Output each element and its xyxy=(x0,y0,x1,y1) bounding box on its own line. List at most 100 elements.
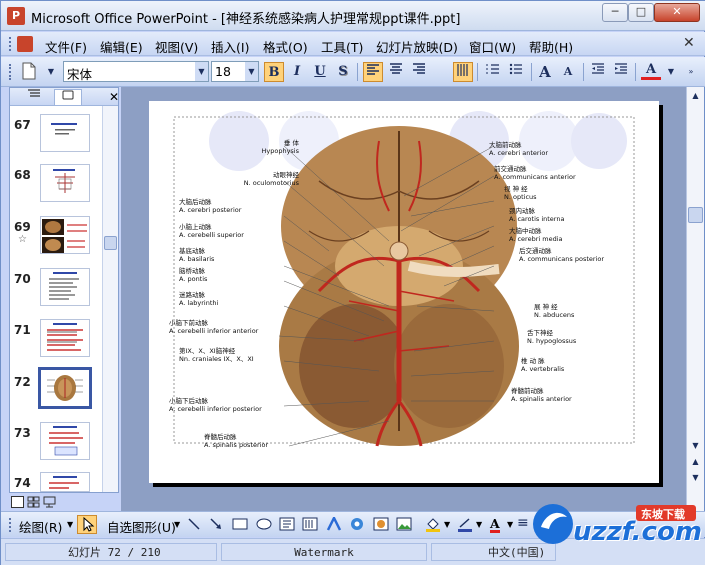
bullet-list-icon[interactable] xyxy=(506,62,526,82)
shadow-button[interactable]: S xyxy=(333,62,353,82)
slides-panel-scrollbar[interactable] xyxy=(102,106,118,492)
slideshow-view-icon[interactable] xyxy=(43,496,56,508)
line-color-icon[interactable] xyxy=(457,517,473,535)
autoshapes-button[interactable]: 自选图形(U) xyxy=(107,517,176,536)
arrow-tool-icon[interactable] xyxy=(209,517,223,534)
diagram-label: 脊髓前动脉 A. spinalis anterior xyxy=(511,387,631,403)
toolbar-grip[interactable] xyxy=(9,518,12,532)
toolbar-options-chevron-icon[interactable]: » xyxy=(681,62,701,82)
slide-thumbnail-69[interactable] xyxy=(40,216,90,254)
align-center-icon[interactable] xyxy=(386,62,406,82)
draw-menu-button[interactable]: 绘图(R) xyxy=(19,517,62,536)
slide-number: 68 xyxy=(14,168,31,182)
numbered-list-icon[interactable] xyxy=(483,62,503,82)
chevron-down-icon[interactable]: ▼ xyxy=(444,520,450,529)
underline-button[interactable]: U xyxy=(310,62,330,82)
wordart-icon[interactable] xyxy=(326,515,342,534)
menu-insert[interactable]: 插入(I) xyxy=(211,37,249,56)
scrollbar-thumb[interactable] xyxy=(104,236,117,250)
menu-window[interactable]: 窗口(W) xyxy=(469,37,516,56)
document-icon[interactable] xyxy=(17,36,33,52)
font-size-value: 18 xyxy=(215,64,231,79)
powerpoint-app-icon[interactable]: P xyxy=(7,7,25,25)
toolbar-options-chevron-icon[interactable]: ▼ xyxy=(41,62,61,82)
slide-thumbnail-74[interactable] xyxy=(40,472,90,492)
label-en: A. cerebri posterior xyxy=(179,206,242,214)
select-objects-icon[interactable] xyxy=(77,515,97,534)
minimize-button[interactable]: ─ xyxy=(602,3,628,22)
scroll-down-icon[interactable]: ▼ xyxy=(689,439,702,453)
distributed-align-icon[interactable] xyxy=(453,62,473,82)
slide-thumbnail-72[interactable] xyxy=(38,367,92,409)
chevron-down-icon[interactable]: ▼ xyxy=(245,62,258,81)
next-slide-icon[interactable]: ▼ xyxy=(689,471,702,485)
drawing-font-color-button[interactable]: A xyxy=(490,517,500,533)
close-document-button[interactable]: ✕ xyxy=(683,35,695,51)
menu-tools[interactable]: 工具(T) xyxy=(321,37,363,56)
align-left-icon[interactable] xyxy=(363,62,383,82)
slide-thumbnail-68[interactable] xyxy=(40,164,90,202)
menu-help[interactable]: 帮助(H) xyxy=(529,37,573,56)
slide-thumbnail-73[interactable] xyxy=(40,422,90,460)
design-template-status[interactable]: Watermark xyxy=(221,543,427,561)
label-cn: 脊髓后动脉 xyxy=(204,433,237,441)
toolbar-divider xyxy=(357,63,358,81)
shrink-font-button[interactable]: A xyxy=(558,62,578,82)
tab-slides[interactable] xyxy=(54,89,82,105)
font-size-select[interactable]: 18 ▼ xyxy=(211,61,259,82)
font-name-select[interactable]: 宋体 ▼ xyxy=(63,61,209,82)
menu-view[interactable]: 视图(V) xyxy=(155,37,198,56)
menu-edit[interactable]: 编辑(E) xyxy=(100,37,143,56)
chevron-down-icon[interactable]: ▼ xyxy=(174,520,180,529)
bold-button[interactable]: B xyxy=(264,62,284,82)
italic-button[interactable]: I xyxy=(287,62,307,82)
slide-thumbnail-70[interactable] xyxy=(40,268,90,306)
oval-tool-icon[interactable] xyxy=(256,518,272,533)
label-en: A. vertebralis xyxy=(521,365,565,373)
chevron-down-icon[interactable]: ▼ xyxy=(661,62,681,82)
chevron-down-icon[interactable]: ▼ xyxy=(507,520,513,529)
label-cn: 前交通动脉 xyxy=(494,165,527,173)
normal-view-icon[interactable] xyxy=(11,496,24,508)
align-right-icon[interactable] xyxy=(409,62,429,82)
maximize-button[interactable]: □ xyxy=(628,3,654,22)
textbox-tool-icon[interactable] xyxy=(279,517,295,534)
clipart-icon[interactable] xyxy=(373,517,389,534)
slide-vertical-scrollbar[interactable]: ▲ ▼ ▲ ▼ xyxy=(686,87,704,511)
slide-thumbnail-67[interactable] xyxy=(40,114,90,152)
line-tool-icon[interactable] xyxy=(187,517,201,534)
vertical-textbox-icon[interactable] xyxy=(302,517,318,534)
slide-thumbnail-71[interactable] xyxy=(40,319,90,357)
rectangle-tool-icon[interactable] xyxy=(232,518,248,533)
line-style-icon[interactable]: ≡ xyxy=(517,515,529,531)
menu-file[interactable]: 文件(F) xyxy=(45,37,87,56)
font-color-button[interactable]: A xyxy=(641,62,661,80)
close-window-button[interactable]: ✕ xyxy=(654,3,700,22)
diagram-tool-icon[interactable] xyxy=(349,517,365,534)
label-en: A. cerebri anterior xyxy=(489,149,549,157)
new-document-icon[interactable] xyxy=(19,62,39,82)
chevron-down-icon[interactable]: ▼ xyxy=(67,520,73,529)
toolbar-grip[interactable] xyxy=(9,64,12,80)
toolbar-grip[interactable] xyxy=(9,37,12,51)
fill-color-icon[interactable] xyxy=(425,517,441,535)
chevron-down-icon[interactable]: ▼ xyxy=(476,520,482,529)
insert-picture-icon[interactable] xyxy=(396,517,412,534)
label-cn: 椎 动 脉 xyxy=(521,357,545,365)
scroll-up-icon[interactable]: ▲ xyxy=(689,89,702,103)
slide-number: 67 xyxy=(14,118,31,132)
slide-sorter-view-icon[interactable] xyxy=(27,496,40,508)
site-watermark-logo: uzzf.com 东坡下载 xyxy=(531,499,702,549)
toolbar-divider xyxy=(635,63,636,81)
scrollbar-thumb[interactable] xyxy=(688,207,703,223)
chevron-down-icon[interactable]: ▼ xyxy=(195,62,208,81)
menu-slideshow[interactable]: 幻灯片放映(D) xyxy=(376,37,458,56)
increase-indent-icon[interactable] xyxy=(611,62,631,82)
grow-font-button[interactable]: A xyxy=(535,62,555,82)
label-cn: 大脑后动脉 xyxy=(179,198,212,206)
decrease-indent-icon[interactable] xyxy=(588,62,608,82)
current-slide[interactable]: 垂 体 Hypophysis 动眼神经 N. oculomotorius 大脑后… xyxy=(149,101,659,483)
tab-outline[interactable] xyxy=(20,89,48,105)
previous-slide-icon[interactable]: ▲ xyxy=(689,455,702,469)
menu-format[interactable]: 格式(O) xyxy=(263,37,308,56)
